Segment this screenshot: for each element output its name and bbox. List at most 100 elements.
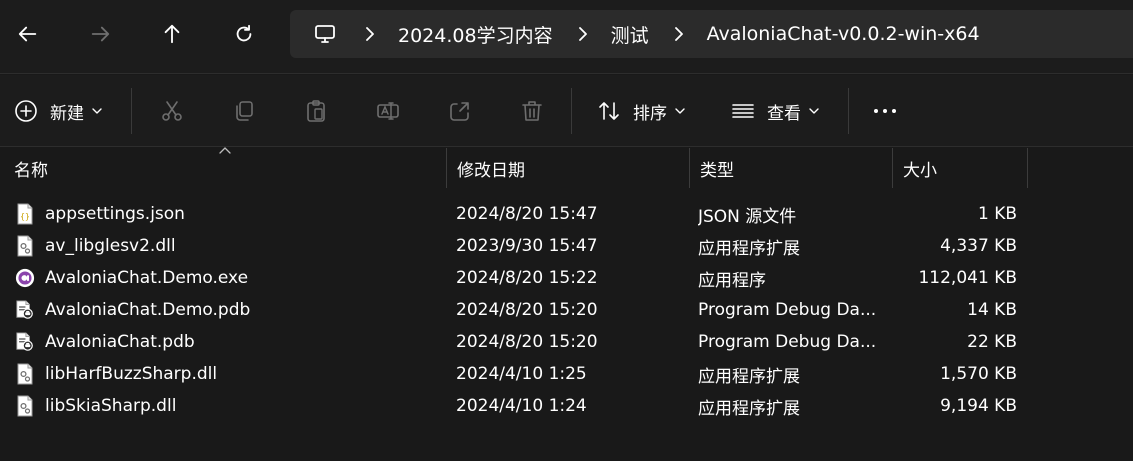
file-type: 应用程序扩展 (698, 238, 800, 259)
column-header-type-label: 类型 (700, 160, 734, 181)
file-name-cell[interactable]: av_libglesv2.dll (15, 230, 440, 262)
file-size: 1,570 KB (940, 364, 1017, 384)
file-type: 应用程序扩展 (698, 366, 800, 387)
file-name-cell[interactable]: libHarfBuzzSharp.dll (15, 358, 440, 390)
column-resize-handle[interactable] (1027, 148, 1028, 188)
file-name: libSkiaSharp.dll (45, 396, 177, 416)
chevron-down-icon (809, 106, 819, 116)
file-type: 应用程序扩展 (698, 398, 800, 419)
trash-icon (520, 99, 544, 123)
file-date: 2024/4/10 1:25 (456, 364, 587, 384)
file-type: Program Debug Da... (698, 300, 877, 320)
file-name-cell[interactable]: AvaloniaChat.pdb (15, 326, 440, 358)
file-size: 22 KB (967, 332, 1017, 352)
file-name-cell[interactable]: AvaloniaChat.Demo.pdb (15, 294, 440, 326)
copy-icon (232, 99, 256, 123)
rename-icon (376, 99, 400, 123)
rename-button[interactable] (376, 91, 400, 131)
refresh-icon (236, 24, 252, 42)
view-label: 查看 (767, 103, 801, 124)
more-options-icon (872, 99, 898, 123)
dll-file-icon (15, 235, 35, 257)
file-date: 2024/4/10 1:24 (456, 396, 587, 416)
chevron-down-icon (675, 106, 685, 116)
file-size: 9,194 KB (940, 396, 1017, 416)
scissors-icon (160, 99, 184, 123)
file-name: av_libglesv2.dll (45, 236, 176, 256)
column-header-type[interactable]: 类型 (690, 148, 892, 188)
toolbar-divider (571, 88, 572, 134)
file-row[interactable]: AvaloniaChat.Demo.exe 2024/8/20 15:22 应用程序… (0, 262, 1133, 294)
view-button[interactable]: 查看 (731, 91, 819, 131)
file-row[interactable]: AvaloniaChat.pdb 2024/8/20 15:20 Program D… (0, 326, 1133, 358)
column-header-date[interactable]: 修改日期 (447, 148, 689, 188)
chevron-right-icon[interactable] (362, 27, 378, 41)
file-size: 1 KB (977, 204, 1017, 224)
file-size: 14 KB (967, 300, 1017, 320)
chevron-right-icon[interactable] (575, 27, 591, 41)
toolbar-divider (131, 88, 132, 134)
file-date: 2024/8/20 15:20 (456, 300, 598, 320)
breadcrumb-item[interactable]: 2024.08学习内容 (398, 21, 553, 48)
this-pc-icon[interactable] (310, 19, 340, 49)
file-size: 112,041 KB (918, 268, 1017, 288)
pdb-file-icon (15, 331, 35, 353)
file-name: AvaloniaChat.pdb (45, 332, 195, 352)
file-name-cell[interactable]: AvaloniaChat.Demo.exe (15, 262, 440, 294)
file-date: 2024/8/20 15:20 (456, 332, 598, 352)
forward-arrow-icon (91, 26, 110, 42)
chevron-down-icon (92, 106, 102, 116)
up-arrow-icon (164, 24, 180, 44)
json-file-icon: {} (15, 203, 35, 225)
refresh-button[interactable] (224, 14, 264, 54)
delete-button[interactable] (520, 91, 544, 131)
share-button[interactable] (448, 91, 472, 131)
file-row[interactable]: libSkiaSharp.dll 2024/4/10 1:24 应用程序扩展 9,19… (0, 390, 1133, 422)
column-header-name-label: 名称 (14, 160, 48, 181)
file-name: libHarfBuzzSharp.dll (45, 364, 218, 384)
pdb-file-icon (15, 299, 35, 321)
new-label: 新建 (50, 103, 84, 124)
forward-button[interactable] (80, 14, 120, 54)
sort-button[interactable]: 排序 (597, 91, 685, 131)
new-button[interactable]: 新建 (14, 91, 102, 131)
column-header-date-label: 修改日期 (457, 160, 525, 181)
more-options-button[interactable] (872, 91, 898, 131)
svg-text:{}: {} (20, 212, 30, 221)
file-type: 应用程序 (698, 270, 766, 291)
dll-file-icon (15, 363, 35, 385)
column-header-row: 名称 修改日期 类型 大小 (0, 148, 1133, 188)
back-button[interactable] (8, 14, 48, 54)
chevron-right-icon[interactable] (671, 27, 687, 41)
file-type: JSON 源文件 (698, 206, 797, 227)
file-row[interactable]: libHarfBuzzSharp.dll 2024/4/10 1:25 应用程序扩展… (0, 358, 1133, 390)
breadcrumb-item[interactable]: 测试 (611, 21, 649, 48)
back-arrow-icon (18, 26, 37, 42)
column-header-size[interactable]: 大小 (893, 148, 1027, 188)
file-row[interactable]: av_libglesv2.dll 2023/9/30 15:47 应用程序扩展 4,3… (0, 230, 1133, 262)
dll-file-icon (15, 395, 35, 417)
file-name: appsettings.json (45, 204, 185, 224)
file-name: AvaloniaChat.Demo.exe (45, 268, 249, 288)
copy-button[interactable] (232, 91, 256, 131)
cut-button[interactable] (160, 91, 184, 131)
navigation-bar: 2024.08学习内容 测试 AvaloniaChat-v0.0.2-win-x… (0, 0, 1133, 74)
clipboard-icon (304, 99, 328, 123)
address-bar[interactable]: 2024.08学习内容 测试 AvaloniaChat-v0.0.2-win-x… (290, 10, 1133, 58)
file-date: 2024/8/20 15:47 (456, 204, 598, 224)
file-name: AvaloniaChat.Demo.pdb (45, 300, 251, 320)
avalonia-app-icon (15, 267, 35, 289)
breadcrumb-item-current[interactable]: AvaloniaChat-v0.0.2-win-x64 (707, 23, 980, 45)
share-icon (448, 99, 472, 123)
sort-label: 排序 (633, 103, 667, 124)
view-list-icon (731, 99, 755, 123)
paste-button[interactable] (304, 91, 328, 131)
file-row[interactable]: AvaloniaChat.Demo.pdb 2024/8/20 15:20 Prog… (0, 294, 1133, 326)
column-header-name[interactable]: 名称 (4, 148, 446, 188)
file-row[interactable]: {} appsettings.json 2024/8/20 15:47 JSON 源文… (0, 198, 1133, 230)
file-name-cell[interactable]: {} appsettings.json (15, 198, 440, 230)
file-name-cell[interactable]: libSkiaSharp.dll (15, 390, 440, 422)
file-type: Program Debug Da... (698, 332, 877, 352)
command-bar: 新建 排序 查看 (0, 75, 1133, 147)
up-button[interactable] (152, 14, 192, 54)
